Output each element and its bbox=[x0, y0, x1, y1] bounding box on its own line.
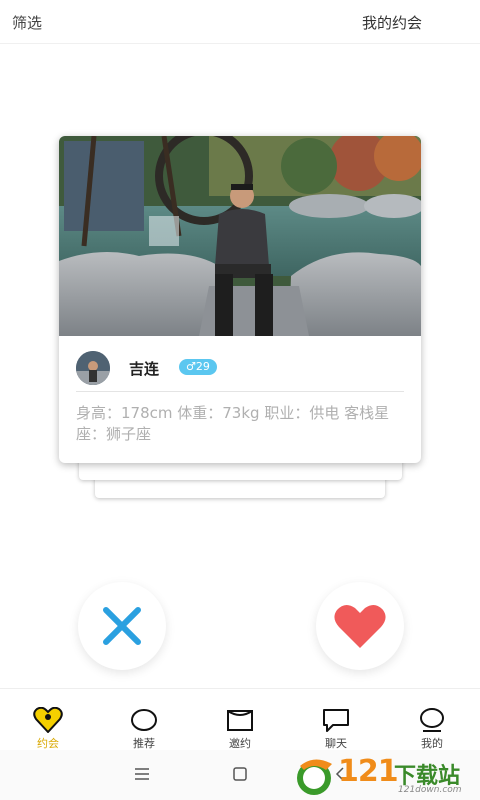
heart-icon bbox=[334, 604, 386, 648]
tab-invite[interactable]: 邀约 bbox=[192, 689, 288, 751]
circle-icon bbox=[131, 709, 157, 731]
invite-icon bbox=[227, 710, 253, 731]
tab-chat[interactable]: 聊天 bbox=[288, 689, 384, 751]
avatar[interactable] bbox=[76, 351, 110, 385]
top-bar: 筛选 我的约会 bbox=[0, 0, 480, 44]
watermark-logo-icon bbox=[297, 759, 332, 795]
tab-mine[interactable]: 我的 bbox=[384, 689, 480, 751]
tab-label: 我的 bbox=[421, 737, 443, 750]
tab-label: 聊天 bbox=[325, 737, 347, 750]
watermark: 121 下载站 121down.com bbox=[290, 752, 480, 800]
watermark-url: 121down.com bbox=[398, 785, 462, 795]
tab-recommend[interactable]: 推荐 bbox=[96, 689, 192, 751]
profile-icon bbox=[420, 708, 444, 732]
my-dates-button[interactable]: 我的约会 bbox=[362, 12, 422, 33]
watermark-number: 121 bbox=[338, 754, 399, 789]
tab-label: 推荐 bbox=[133, 737, 155, 750]
divider bbox=[76, 391, 404, 392]
profile-photo bbox=[59, 136, 421, 336]
like-button[interactable] bbox=[316, 582, 404, 670]
tab-label: 邀约 bbox=[229, 737, 251, 750]
chat-bubble-icon bbox=[323, 709, 349, 732]
bottom-tab-bar: 约会 推荐 邀约 聊天 我的 bbox=[0, 688, 480, 750]
age-badge: ♂29 bbox=[179, 359, 217, 375]
profile-bio: 身高：178cm 体重：73kg 职业：供电 客栈星座：狮子座 bbox=[76, 404, 390, 443]
filter-button[interactable]: 筛选 bbox=[12, 12, 42, 33]
close-x-icon bbox=[103, 607, 141, 645]
menu-icon[interactable] bbox=[134, 766, 150, 782]
home-icon[interactable] bbox=[232, 766, 248, 782]
tab-label: 约会 bbox=[37, 737, 59, 750]
profile-card[interactable]: 吉连 ♂29 身高：178cm 体重：73kg 职业：供电 客栈星座：狮子座 bbox=[59, 136, 421, 463]
profile-info-row: 吉连 ♂29 bbox=[59, 336, 421, 396]
heart-location-icon bbox=[33, 707, 63, 733]
dislike-button[interactable] bbox=[78, 582, 166, 670]
tab-dates[interactable]: 约会 bbox=[0, 689, 96, 751]
profile-name: 吉连 bbox=[129, 360, 160, 378]
